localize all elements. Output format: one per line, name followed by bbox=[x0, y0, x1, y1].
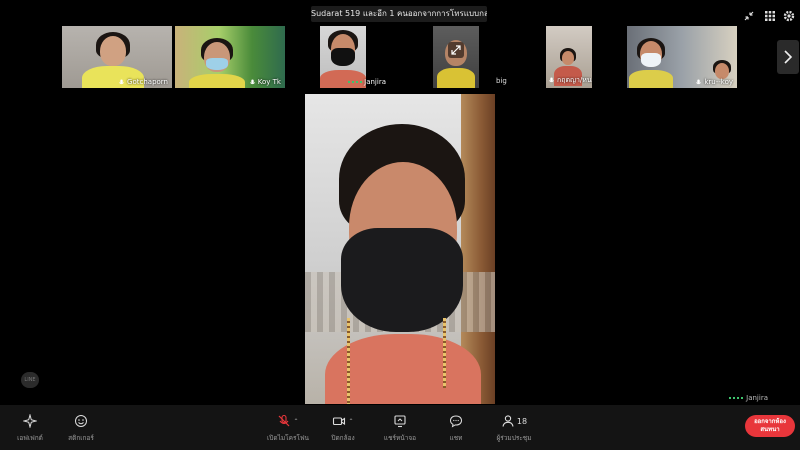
next-page-button[interactable] bbox=[777, 40, 799, 74]
line-logo: LINE bbox=[21, 372, 39, 388]
chat-bubble-icon bbox=[449, 415, 463, 428]
shrink-icon[interactable] bbox=[742, 9, 756, 23]
participants-button[interactable]: 18 ผู้ร่วมประชุม bbox=[484, 414, 544, 443]
signal-icon bbox=[729, 397, 744, 399]
participant-tile-janjira[interactable]: Janjira bbox=[288, 26, 398, 88]
participant-tile-koy-tk[interactable]: Koy Tk bbox=[175, 26, 285, 88]
participant-tile-gotchaporn[interactable]: Gotchaporn bbox=[62, 26, 172, 88]
participant-count: 18 bbox=[516, 416, 528, 426]
participant-label: Janjira bbox=[348, 78, 386, 86]
chat-button[interactable]: แชท bbox=[426, 414, 486, 443]
participant-tile-krittaya[interactable]: กฤตญา/หน.ห่าช้าง2 bbox=[546, 26, 592, 88]
smiley-icon bbox=[75, 415, 87, 427]
gear-icon[interactable] bbox=[782, 9, 796, 23]
mic-icon bbox=[695, 79, 702, 86]
sparkle-icon bbox=[23, 414, 37, 428]
participant-label: Gotchaporn bbox=[118, 78, 168, 86]
video-camera-icon bbox=[333, 417, 346, 426]
leave-call-button[interactable]: ออกจากห้องสนทนา bbox=[745, 415, 795, 437]
chevron-up-icon[interactable]: ⌃ bbox=[348, 418, 353, 425]
share-screen-icon bbox=[394, 415, 406, 428]
main-video-name: Janjira bbox=[729, 394, 768, 402]
mic-icon bbox=[548, 77, 555, 84]
expand-icon[interactable] bbox=[448, 42, 464, 58]
participant-tile-4[interactable] bbox=[433, 26, 479, 88]
share-screen-button[interactable]: แชร์หน้าจอ bbox=[370, 414, 430, 443]
camera-button[interactable]: ⌃ ปิดกล้อง bbox=[313, 414, 373, 443]
grid-icon[interactable] bbox=[763, 9, 777, 23]
chevron-right-icon bbox=[784, 50, 793, 64]
participant-label: Koy Tk bbox=[249, 78, 281, 86]
participant-label: กฤตญา/หน.ห่าช้าง2 bbox=[548, 75, 592, 86]
main-video bbox=[305, 94, 495, 404]
participant-label-big: big bbox=[496, 77, 507, 85]
notification-banner: Sudarat 519 และอีก 1 คนออกจากการโทรแบบกล… bbox=[311, 6, 487, 22]
mic-muted-icon bbox=[279, 414, 290, 427]
stickers-button[interactable]: สติกเกอร์ bbox=[51, 414, 111, 443]
participant-tile-kru-koy[interactable]: kru--koy bbox=[627, 26, 737, 88]
signal-icon bbox=[348, 81, 363, 83]
participant-label: kru--koy bbox=[695, 78, 733, 86]
mic-icon bbox=[249, 79, 256, 86]
chevron-up-icon[interactable]: ⌃ bbox=[293, 418, 298, 425]
person-icon bbox=[502, 415, 514, 427]
mic-icon bbox=[118, 79, 125, 86]
microphone-button[interactable]: ⌃ เปิดไมโครโฟน bbox=[258, 414, 318, 443]
